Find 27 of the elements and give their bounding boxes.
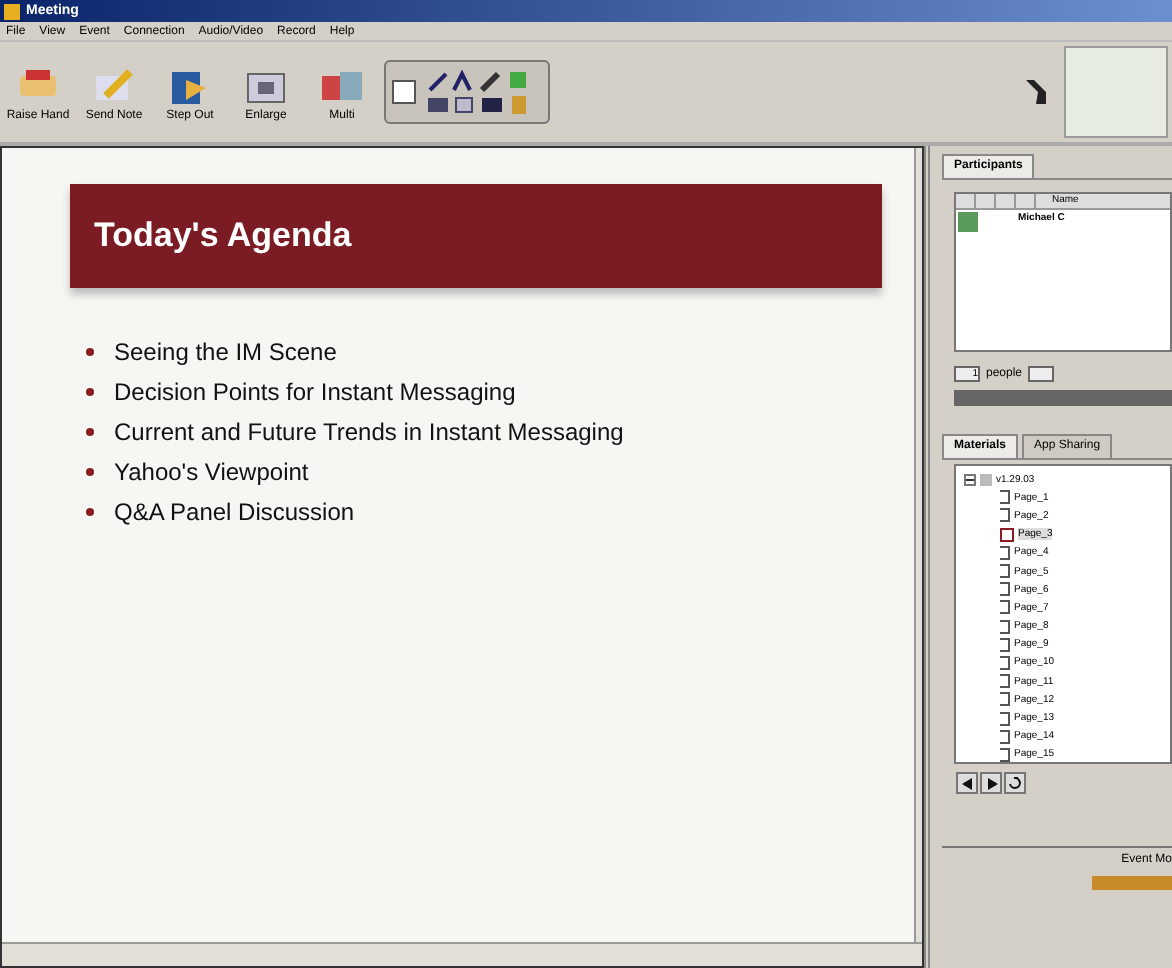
bullet-icon — [86, 388, 94, 396]
vertical-scrollbar[interactable] — [914, 148, 922, 942]
collapse-toggle[interactable] — [964, 473, 976, 486]
horizontal-scrollbar[interactable] — [2, 942, 922, 966]
bullet-icon — [86, 348, 94, 356]
bullet-icon — [86, 428, 94, 436]
bullet-icon — [86, 508, 94, 516]
bullet-text: Q&A Panel Discussion — [114, 498, 355, 526]
slide-title: Today's Agenda — [94, 216, 352, 256]
right-arrow-icon — [985, 777, 997, 789]
left-arrow-icon — [961, 777, 973, 789]
previous-button[interactable] — [956, 772, 978, 794]
status-indicator — [1092, 876, 1172, 890]
refresh-icon — [1008, 776, 1022, 790]
app-icon — [4, 3, 20, 19]
bullet-text: Seeing the IM Scene — [114, 338, 337, 366]
next-button[interactable] — [980, 772, 1002, 794]
input-field[interactable] — [1028, 365, 1055, 381]
bullet-text: Decision Points for Instant Messaging — [114, 378, 516, 406]
bullet-text: Current and Future Trends in Instant Messaging — [114, 418, 624, 446]
bullet-text: Yahoo's Viewpoint — [114, 458, 309, 486]
folder-icon — [980, 473, 992, 486]
drawing-tools-palette[interactable] — [384, 60, 550, 124]
bullet-icon — [86, 468, 94, 476]
user-icon — [958, 212, 978, 232]
status-panel — [1064, 46, 1168, 138]
sync-button[interactable] — [1004, 772, 1026, 794]
